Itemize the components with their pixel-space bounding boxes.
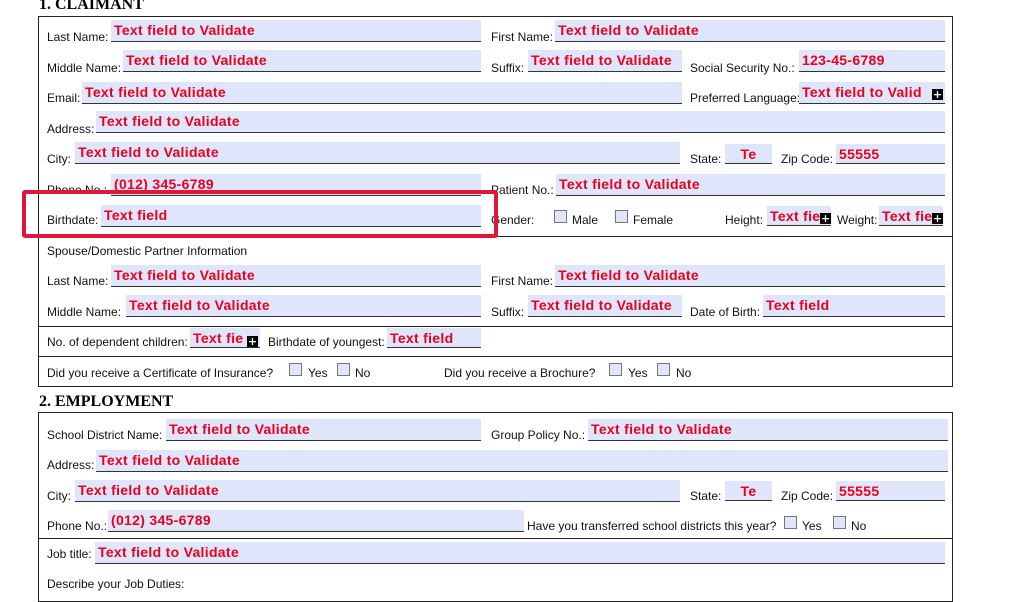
preferred-language-field[interactable]: Text field to Valid (799, 82, 945, 104)
suffix-label: Suffix: (491, 61, 525, 75)
employment-zip-label: Zip Code: (781, 489, 834, 503)
employment-phone-label: Phone No.: (47, 519, 108, 533)
ssn-field[interactable]: 123-45-6789 (799, 50, 945, 72)
validation-highlight (22, 190, 498, 238)
patient-no-label: Patient No.: (491, 183, 554, 197)
brochure-yes-checkbox[interactable] (609, 363, 622, 376)
transfer-no-checkbox[interactable] (833, 516, 846, 529)
certificate-no-checkbox[interactable] (337, 363, 350, 376)
middle-name-label: Middle Name: (47, 61, 122, 75)
transfer-question: Have you transferred school districts th… (527, 519, 777, 533)
state-field[interactable]: Te (725, 144, 772, 164)
employment-city-label: City: (47, 489, 71, 503)
divider-questions (38, 356, 953, 357)
transfer-yes-label: Yes (802, 519, 822, 533)
zip-label: Zip Code: (781, 152, 834, 166)
spouse-dob-label: Date of Birth: (690, 305, 761, 319)
gender-male-label: Male (572, 213, 599, 227)
job-title-label: Job title: (47, 547, 92, 561)
transfer-yes-checkbox[interactable] (784, 516, 797, 529)
gender-female-label: Female (633, 213, 674, 227)
transfer-no-label: No (851, 519, 867, 533)
dependents-label: No. of dependent children: (47, 335, 188, 349)
plus-box-icon[interactable]: + (932, 213, 943, 224)
employment-state-label: State: (690, 489, 722, 503)
employment-top-border (38, 412, 953, 413)
certificate-question: Did you receive a Certificate of Insuran… (47, 366, 274, 380)
ssn-label: Social Security No.: (690, 61, 795, 75)
height-label: Height: (725, 213, 764, 227)
spouse-middle-name-label: Middle Name: (47, 305, 122, 319)
divider-job (38, 538, 953, 539)
job-duties-label: Describe your Job Duties: (47, 577, 185, 591)
claimant-section-title: 1. CLAIMANT (39, 0, 144, 13)
brochure-yes-label: Yes (628, 366, 648, 380)
brochure-question: Did you receive a Brochure? (444, 366, 596, 380)
youngest-birthdate-label: Birthdate of youngest: (268, 335, 385, 349)
first-name-label: First Name: (491, 30, 554, 44)
city-label: City: (47, 152, 71, 166)
spouse-first-name-label: First Name: (491, 274, 554, 288)
youngest-birthdate-field[interactable]: Text field (387, 328, 481, 348)
job-title-field[interactable]: Text field to Validate (95, 542, 945, 564)
school-district-label: School District Name: (47, 428, 163, 442)
employment-city-field[interactable]: Text field to Validate (75, 480, 680, 502)
gender-male-checkbox[interactable] (554, 210, 567, 223)
spouse-heading: Spouse/Domestic Partner Information (47, 244, 248, 258)
group-policy-field[interactable]: Text field to Validate (588, 419, 948, 441)
state-label: State: (690, 152, 722, 166)
first-name-field[interactable]: Text field to Validate (555, 20, 945, 42)
employment-section-title: 2. EMPLOYMENT (39, 393, 174, 410)
brochure-no-label: No (676, 366, 692, 380)
address-label: Address: (47, 122, 95, 136)
spouse-dob-field[interactable]: Text field (763, 295, 945, 317)
last-name-field[interactable]: Text field to Validate (111, 20, 481, 42)
employment-address-label: Address: (47, 458, 95, 472)
spouse-suffix-field[interactable]: Text field to Validate (528, 295, 682, 317)
spouse-suffix-label: Suffix: (491, 305, 525, 319)
plus-box-icon[interactable]: + (932, 89, 943, 100)
preferred-language-label: Preferred Language: (690, 91, 801, 105)
gender-female-checkbox[interactable] (615, 210, 628, 223)
certificate-yes-label: Yes (308, 366, 328, 380)
certificate-yes-checkbox[interactable] (289, 363, 302, 376)
claimant-top-border (38, 16, 953, 17)
employment-address-field[interactable]: Text field to Validate (96, 450, 948, 472)
middle-name-field[interactable]: Text field to Validate (123, 50, 481, 72)
plus-box-icon[interactable]: + (247, 336, 258, 347)
employment-zip-field[interactable]: 55555 (836, 481, 945, 501)
last-name-label: Last Name: (47, 30, 109, 44)
spouse-middle-name-field[interactable]: Text field to Validate (126, 295, 481, 317)
plus-box-icon[interactable]: + (820, 213, 831, 224)
divider-dependents (38, 326, 953, 327)
spouse-first-name-field[interactable]: Text field to Validate (555, 265, 945, 287)
employment-phone-field[interactable]: (012) 345-6789 (108, 510, 524, 532)
patient-no-field[interactable]: Text field to Validate (556, 174, 945, 196)
employment-state-field[interactable]: Te (725, 481, 772, 501)
brochure-no-checkbox[interactable] (657, 363, 670, 376)
email-label: Email: (47, 91, 81, 105)
spouse-last-name-field[interactable]: Text field to Validate (111, 265, 481, 287)
suffix-field[interactable]: Text field to Validate (528, 50, 682, 72)
email-field[interactable]: Text field to Validate (82, 82, 682, 104)
spouse-last-name-label: Last Name: (47, 274, 109, 288)
certificate-no-label: No (355, 366, 371, 380)
city-field[interactable]: Text field to Validate (75, 142, 680, 164)
address-field[interactable]: Text field to Validate (96, 111, 945, 133)
school-district-field[interactable]: Text field to Validate (166, 419, 481, 441)
weight-label: Weight: (837, 213, 878, 227)
zip-field[interactable]: 55555 (836, 144, 945, 164)
group-policy-label: Group Policy No.: (491, 428, 586, 442)
